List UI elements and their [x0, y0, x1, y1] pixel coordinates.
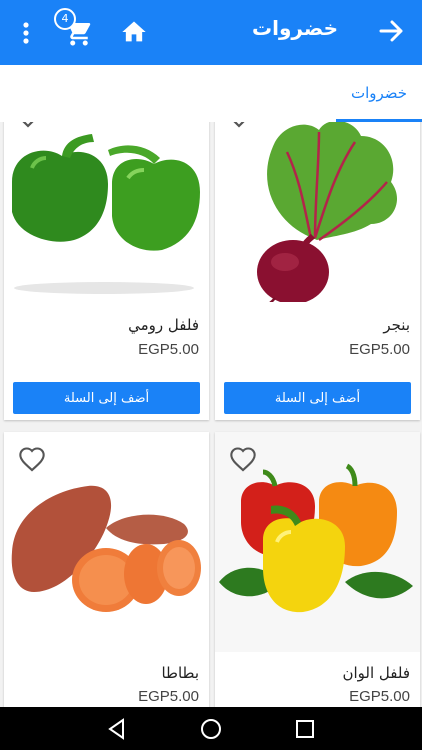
beetroot-image	[215, 122, 420, 302]
page-title: خضروات	[252, 16, 338, 40]
product-name: بطاطا	[161, 664, 199, 682]
product-grid[interactable]: بنجر EGP5.00 أضف إلى السلة فلفل رومي EGP…	[0, 122, 422, 707]
more-vert-icon[interactable]	[16, 20, 36, 46]
favorite-heart-icon[interactable]	[18, 446, 46, 472]
app-bar: خضروات 4	[0, 0, 422, 65]
chevron-down-icon	[229, 122, 249, 128]
home-icon[interactable]	[120, 18, 148, 46]
product-card-sweet-potato[interactable]: بطاطا EGP5.00	[4, 432, 209, 707]
green-pepper-image	[4, 122, 209, 302]
favorite-heart-icon[interactable]	[229, 446, 257, 472]
recents-square-icon[interactable]	[292, 716, 318, 742]
product-name: بنجر	[383, 316, 410, 334]
product-card-green-pepper[interactable]: فلفل رومي EGP5.00 أضف إلى السلة	[4, 122, 209, 420]
back-arrow-icon[interactable]	[378, 18, 404, 44]
product-price: EGP5.00	[138, 688, 199, 705]
product-card-colored-pepper[interactable]: فلفل الوان EGP5.00	[215, 432, 420, 707]
product-name: فلفل الوان	[342, 664, 410, 682]
product-price: EGP5.00	[349, 341, 410, 358]
cart-button[interactable]: 4	[54, 8, 96, 50]
system-nav-bar	[0, 707, 422, 750]
product-name: فلفل رومي	[128, 316, 199, 334]
add-to-cart-button[interactable]: أضف إلى السلة	[224, 382, 411, 414]
product-card-beetroot[interactable]: بنجر EGP5.00 أضف إلى السلة	[215, 122, 420, 420]
product-price: EGP5.00	[349, 688, 410, 705]
add-to-cart-button[interactable]: أضف إلى السلة	[13, 382, 200, 414]
chevron-down-icon	[18, 122, 38, 128]
back-triangle-icon[interactable]	[104, 716, 130, 742]
cart-count-badge: 4	[54, 8, 76, 30]
home-circle-icon[interactable]	[198, 716, 224, 742]
category-tabs: خضروات	[0, 65, 422, 122]
product-price: EGP5.00	[138, 341, 199, 358]
tab-vegetables[interactable]: خضروات	[336, 65, 422, 122]
tab-label: خضروات	[350, 84, 408, 102]
